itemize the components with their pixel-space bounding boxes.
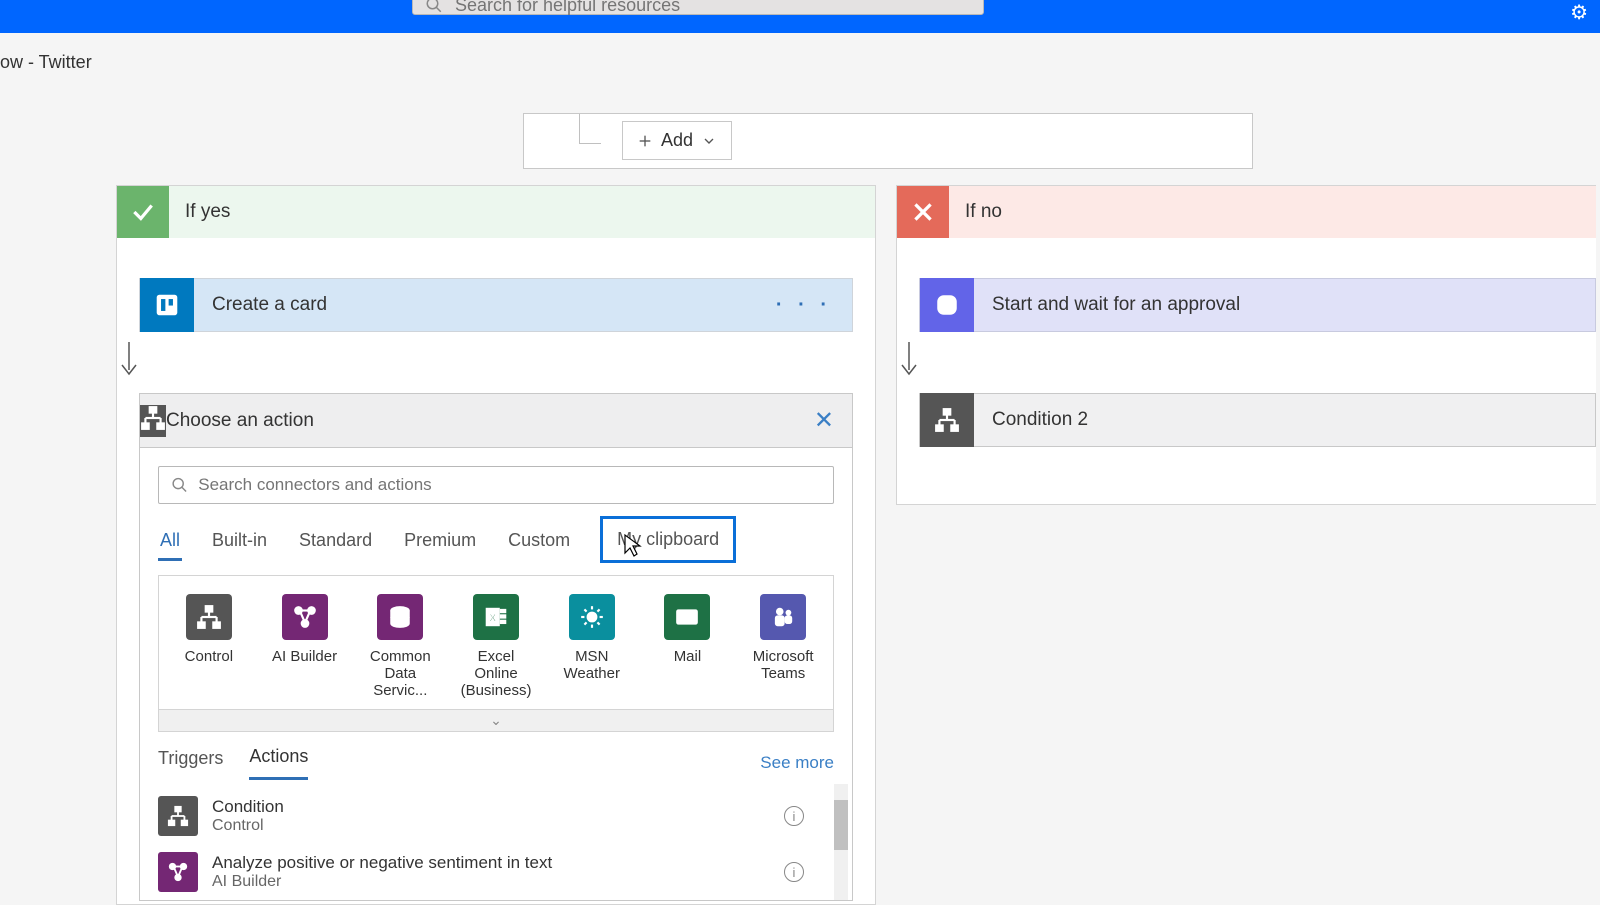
- condition2-step[interactable]: Condition 2: [919, 393, 1596, 447]
- create-card-step[interactable]: Create a card · · ·: [139, 278, 853, 332]
- add-condition-button[interactable]: Add: [622, 121, 732, 160]
- approval-icon: [920, 278, 974, 332]
- expand-connectors-button[interactable]: ⌄: [159, 709, 833, 731]
- action-search[interactable]: [158, 466, 834, 504]
- tab-standard[interactable]: Standard: [297, 524, 374, 561]
- search-icon: [425, 0, 443, 14]
- top-bar: ⚙: [0, 0, 1600, 33]
- connector-label: Excel Online (Business): [461, 648, 532, 699]
- flow-arrow-icon[interactable]: [897, 340, 1596, 385]
- tab-my-clipboard[interactable]: My clipboard: [600, 516, 736, 563]
- action-title: Analyze positive or negative sentiment i…: [212, 853, 552, 873]
- connectors-grid: Control AI Builder Common Data Servic...…: [158, 575, 834, 732]
- flow-arrow-icon[interactable]: [117, 340, 875, 385]
- close-icon[interactable]: ✕: [814, 406, 834, 435]
- tab-all[interactable]: All: [158, 524, 182, 561]
- if-yes-title: If yes: [185, 201, 230, 223]
- if-no-title: If no: [965, 201, 1002, 223]
- chevron-down-icon: [701, 133, 717, 149]
- trigger-action-tabs: Triggers Actions See more: [140, 732, 852, 780]
- action-item-sentiment[interactable]: Analyze positive or negative sentiment i…: [140, 844, 852, 900]
- action-sub: Control: [212, 817, 284, 835]
- action-list: ConditionControl i Analyze positive or n…: [140, 780, 852, 900]
- global-search[interactable]: [412, 0, 984, 15]
- if-no-branch: If no Start and wait for an approval Con…: [896, 185, 1596, 505]
- action-title: Condition: [212, 797, 284, 817]
- tab-custom[interactable]: Custom: [506, 524, 572, 561]
- connector-label: Mail: [674, 648, 702, 665]
- connector-mail[interactable]: Mail: [648, 594, 728, 699]
- scrollbar-thumb[interactable]: [834, 800, 848, 850]
- settings-icon[interactable]: ⚙: [1570, 0, 1588, 25]
- action-search-input[interactable]: [198, 475, 821, 495]
- connector-control[interactable]: Control: [169, 594, 249, 699]
- x-icon: [897, 186, 949, 238]
- control-flow-icon: [920, 393, 974, 447]
- plus-icon: [637, 133, 653, 149]
- info-icon[interactable]: i: [784, 806, 804, 826]
- info-icon[interactable]: i: [784, 862, 804, 882]
- choose-action-title: Choose an action: [166, 410, 314, 432]
- add-label: Add: [661, 130, 693, 151]
- condition-card[interactable]: Add: [523, 113, 1253, 169]
- condition-connector-line: [579, 114, 601, 144]
- connector-label: MSN Weather: [564, 648, 620, 682]
- filter-tabs: All Built-in Standard Premium Custom My …: [158, 522, 834, 563]
- check-icon: [117, 186, 169, 238]
- global-search-input[interactable]: [455, 0, 971, 16]
- condition2-title: Condition 2: [992, 409, 1088, 431]
- connector-label: Common Data Servic...: [370, 648, 431, 699]
- step-menu-button[interactable]: · · ·: [776, 294, 832, 317]
- tab-triggers[interactable]: Triggers: [158, 748, 223, 779]
- tab-builtin[interactable]: Built-in: [210, 524, 269, 561]
- connector-msn-weather[interactable]: MSN Weather: [552, 594, 632, 699]
- approval-step[interactable]: Start and wait for an approval: [919, 278, 1596, 332]
- connector-ai-builder[interactable]: AI Builder: [265, 594, 345, 699]
- action-body: All Built-in Standard Premium Custom My …: [140, 448, 852, 732]
- see-more-link[interactable]: See more: [760, 753, 834, 773]
- action-sub: AI Builder: [212, 873, 552, 891]
- connector-label: Control: [185, 648, 233, 665]
- connector-excel[interactable]: X Excel Online (Business): [456, 594, 536, 699]
- create-card-title: Create a card: [212, 294, 327, 316]
- choose-action-header: Choose an action ✕: [140, 394, 852, 448]
- if-no-header: If no: [897, 186, 1596, 238]
- approval-title: Start and wait for an approval: [992, 294, 1240, 316]
- connector-cds[interactable]: Common Data Servic...: [360, 594, 440, 699]
- action-item-condition[interactable]: ConditionControl i: [140, 788, 852, 844]
- choose-action-panel: Choose an action ✕ All Built-in Standard…: [139, 393, 853, 901]
- control-flow-icon: [140, 405, 166, 437]
- flow-canvas: Add If yes Create a card · · ·: [0, 33, 1600, 900]
- search-icon: [171, 476, 188, 494]
- tab-premium[interactable]: Premium: [402, 524, 478, 561]
- connector-label: Microsoft Teams: [753, 648, 814, 682]
- trello-icon: [140, 278, 194, 332]
- connector-teams[interactable]: Microsoft Teams: [743, 594, 823, 699]
- svg-text:X: X: [489, 612, 497, 624]
- tab-actions[interactable]: Actions: [249, 746, 308, 780]
- if-yes-branch: If yes Create a card · · · Choose an act…: [116, 185, 876, 905]
- if-yes-header: If yes: [117, 186, 875, 238]
- connector-label: AI Builder: [272, 648, 337, 665]
